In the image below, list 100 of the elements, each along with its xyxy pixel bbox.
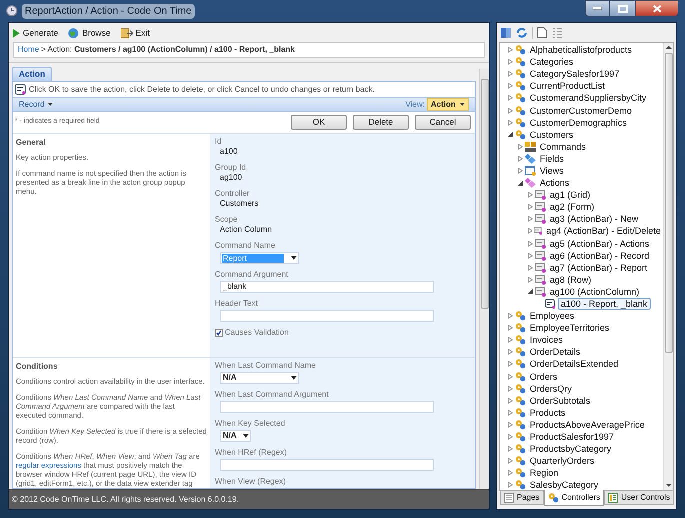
collapsed-arrow-icon[interactable]: [508, 374, 513, 380]
tree-item[interactable]: ag7 (ActionBar) - Report: [548, 262, 650, 274]
collapsed-arrow-icon[interactable]: [508, 83, 513, 90]
bottom-tab[interactable]: Pages: [500, 491, 544, 505]
collapsed-arrow-icon[interactable]: [508, 47, 513, 54]
tree-item[interactable]: CategorySalesfor1997: [528, 68, 622, 80]
tree-item[interactable]: Commands: [538, 140, 588, 153]
collapsed-arrow-icon[interactable]: [508, 458, 513, 464]
tree-item[interactable]: ag1 (Grid): [548, 189, 593, 202]
tree-item[interactable]: CurrentProductList: [528, 80, 608, 92]
collapsed-arrow-icon[interactable]: [508, 482, 513, 488]
collapsed-arrow-icon[interactable]: [508, 422, 513, 428]
sync-icon[interactable]: [500, 27, 512, 39]
expanded-arrow-icon[interactable]: [508, 132, 513, 138]
tree-item[interactable]: ag8 (Row): [548, 274, 594, 286]
tree-item[interactable]: ag6 (ActionBar) - Record: [548, 250, 652, 262]
expanded-arrow-icon[interactable]: [518, 180, 523, 186]
collapsed-arrow-icon[interactable]: [518, 156, 523, 162]
collapsed-arrow-icon[interactable]: [518, 144, 523, 150]
tree-item[interactable]: Actions: [538, 177, 572, 190]
scrollbar[interactable]: [479, 69, 489, 489]
tree-item[interactable]: Orders: [528, 370, 560, 383]
minimize-button[interactable]: [585, 0, 610, 17]
collapsed-arrow-icon[interactable]: [508, 470, 513, 476]
collapsed-arrow-icon[interactable]: [508, 108, 513, 114]
tree-item[interactable]: Employees: [528, 310, 577, 322]
collapsed-arrow-icon[interactable]: [508, 325, 513, 332]
collapsed-arrow-icon[interactable]: [528, 240, 533, 247]
tree-item[interactable]: OrdersQry: [528, 382, 574, 395]
tree-item[interactable]: Customers: [528, 128, 576, 141]
tree-item[interactable]: Fields: [538, 152, 566, 165]
tree-item[interactable]: Invoices: [528, 334, 566, 346]
tree-item[interactable]: Views: [538, 164, 566, 177]
text-field[interactable]: [220, 459, 434, 471]
tree-item[interactable]: OrderDetails: [528, 346, 583, 358]
collapsed-arrow-icon[interactable]: [508, 337, 513, 344]
collapsed-arrow-icon[interactable]: [508, 434, 513, 440]
select-field[interactable]: N/A: [220, 372, 299, 384]
scroll-thumb[interactable]: [480, 79, 488, 309]
collapsed-arrow-icon[interactable]: [528, 216, 533, 222]
toolbar-button[interactable]: Generate: [13, 26, 58, 40]
maximize-button[interactable]: [610, 0, 635, 17]
collapsed-arrow-icon[interactable]: [528, 204, 533, 210]
tree-item[interactable]: CustomerDemographics: [528, 116, 630, 129]
text-field[interactable]: [220, 310, 434, 322]
tree-item[interactable]: Region: [528, 467, 561, 480]
collapsed-arrow-icon[interactable]: [518, 168, 523, 174]
tree-item[interactable]: ag100 (ActionColumn): [548, 286, 642, 298]
expanded-arrow-icon[interactable]: [528, 289, 533, 294]
form-button[interactable]: OK: [291, 115, 347, 130]
collapsed-arrow-icon[interactable]: [528, 276, 533, 283]
tree-item[interactable]: ProductSalesfor1997: [528, 431, 616, 444]
scrollbar[interactable]: [663, 43, 673, 490]
home-link[interactable]: Home: [18, 44, 40, 56]
view-dropdown[interactable]: Action: [427, 98, 469, 111]
collapsed-arrow-icon[interactable]: [508, 361, 513, 368]
form-button[interactable]: Delete: [353, 115, 409, 130]
collapsed-arrow-icon[interactable]: [508, 349, 513, 356]
document-icon[interactable]: [537, 27, 548, 39]
checkbox[interactable]: [215, 329, 223, 337]
text-field[interactable]: [220, 401, 434, 413]
scroll-thumb[interactable]: [664, 53, 672, 353]
tab[interactable]: Action: [12, 67, 52, 81]
bottom-tab[interactable]: Controllers: [544, 490, 604, 506]
form-button[interactable]: Cancel: [415, 115, 471, 130]
collapsed-arrow-icon[interactable]: [508, 120, 513, 126]
tree-item[interactable]: ag4 (ActionBar) - Edit/Delete: [544, 225, 663, 238]
collapsed-arrow-icon[interactable]: [508, 59, 513, 66]
collapsed-arrow-icon[interactable]: [508, 446, 513, 452]
toolbar-button[interactable]: Exit: [120, 26, 150, 40]
select-field[interactable]: N/A: [220, 430, 251, 442]
collapsed-arrow-icon[interactable]: [508, 398, 513, 404]
text-field[interactable]: _blank: [220, 281, 434, 293]
tree-item[interactable]: OrderSubtotals: [528, 394, 593, 407]
collapsed-arrow-icon[interactable]: [508, 313, 513, 320]
collapsed-arrow-icon[interactable]: [508, 95, 513, 102]
close-button[interactable]: [635, 0, 679, 17]
bottom-tab[interactable]: User Controls: [604, 491, 674, 505]
tree-item[interactable]: Products: [528, 406, 568, 419]
tree-item[interactable]: CustomerCustomerDemo: [528, 104, 634, 117]
collapsed-arrow-icon[interactable]: [528, 228, 532, 234]
tree-item[interactable]: ProductsbyCategory: [528, 443, 614, 456]
collapsed-arrow-icon[interactable]: [528, 264, 533, 271]
record-menu[interactable]: Record: [19, 98, 53, 110]
tree-item[interactable]: QuarterlyOrders: [528, 455, 597, 468]
collapsed-arrow-icon[interactable]: [528, 252, 533, 259]
tree-item[interactable]: SalesbyCategory: [528, 479, 601, 490]
tree-item[interactable]: ag5 (ActionBar) - Actions: [548, 238, 652, 250]
refresh-icon[interactable]: [516, 27, 528, 39]
tree-item[interactable]: a100 - Report, _blank: [558, 298, 651, 310]
tree-item[interactable]: CustomerandSuppliersbyCity: [528, 92, 649, 104]
tree-item[interactable]: Alphabeticallistofproducts: [528, 44, 634, 56]
list-icon[interactable]: [552, 27, 563, 39]
collapsed-arrow-icon[interactable]: [508, 71, 513, 78]
collapsed-arrow-icon[interactable]: [508, 410, 513, 416]
tree-item[interactable]: ag2 (Form): [548, 201, 597, 214]
tree-item[interactable]: Categories: [528, 56, 576, 68]
tree-item[interactable]: ProductsAboveAveragePrice: [528, 418, 647, 431]
toolbar-button[interactable]: Browse: [68, 26, 111, 40]
tree-item[interactable]: ag3 (ActionBar) - New: [548, 213, 641, 226]
